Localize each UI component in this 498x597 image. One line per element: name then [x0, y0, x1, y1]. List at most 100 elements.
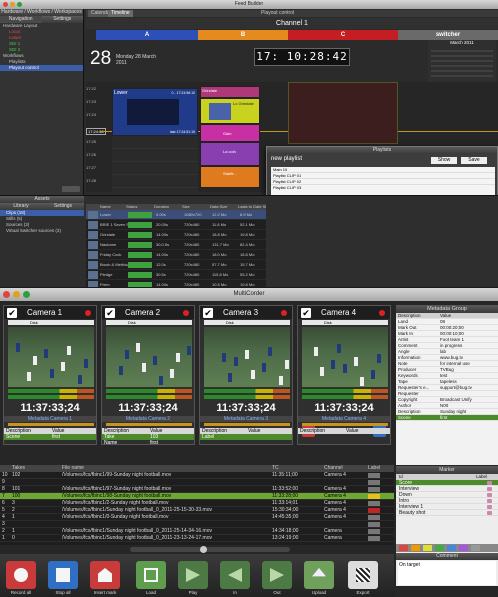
record-indicator-icon[interactable] [85, 310, 91, 316]
asset-row[interactable]: Nautome 30.0.5s 720x480 131.7 Mo 82.4 Mo [86, 240, 266, 250]
recording-label-swatch[interactable] [368, 473, 380, 478]
recording-row[interactable]: 3 [0, 521, 394, 528]
recording-label-swatch[interactable] [368, 487, 380, 492]
minimize-button[interactable] [13, 291, 20, 298]
marker-color-orange[interactable] [411, 545, 420, 551]
marker-color-purple[interactable] [459, 545, 468, 551]
marker-color-green[interactable] [435, 545, 444, 551]
event-la-coin[interactable]: La coin [200, 142, 260, 166]
recording-label-swatch[interactable] [368, 508, 380, 513]
metadata-selector[interactable] [204, 423, 290, 426]
disk-selector[interactable]: Disk [8, 320, 94, 325]
playlist-show-button[interactable]: Show [431, 157, 457, 164]
camera-metadata-row[interactable]: Label [200, 434, 292, 440]
close-button[interactable] [3, 291, 10, 298]
channel-b[interactable]: B [198, 30, 288, 40]
playlist-item[interactable]: Playlist CLIP 03 [271, 185, 495, 191]
record-indicator-icon[interactable] [281, 310, 287, 316]
recording-label-swatch[interactable] [368, 529, 380, 534]
marker-color-grey[interactable] [471, 545, 480, 551]
comment-field[interactable]: On target [398, 561, 496, 585]
recording-row[interactable]: 7 100/Volumes/fcs/fbinc1/98-Sunday night … [0, 493, 394, 500]
event-starfire[interactable]: Starfir... [200, 166, 260, 188]
camera-metadata-row[interactable]: Scene first [4, 434, 96, 440]
scrub-bar[interactable] [130, 546, 290, 553]
camera-enable-checkbox[interactable]: ✔ [105, 308, 115, 318]
recording-label-swatch[interactable] [368, 536, 380, 541]
recording-row[interactable]: 10 102/Volumes/fcs/fbinc1/99-Sunday night… [0, 472, 394, 479]
load-button[interactable] [136, 561, 166, 589]
disk-selector[interactable]: Disk [302, 320, 388, 325]
play-button[interactable] [178, 561, 208, 589]
col-status[interactable]: Status [126, 204, 154, 210]
tab-settings[interactable]: Settings [41, 16, 83, 23]
col-takes[interactable]: Takes [12, 465, 34, 472]
record-indicator-icon[interactable] [183, 310, 189, 316]
recording-row[interactable]: 6 3/Volumes/fcs/fbinc1/2-Sunday night foo… [0, 500, 394, 507]
metadata-group-row[interactable]: Scene first [396, 415, 498, 421]
channel-a[interactable]: A [96, 30, 198, 40]
marker-color-blue[interactable] [447, 545, 456, 551]
recording-row[interactable]: 5 2/Volumes/fcs/fbinc1/Sunday night footb… [0, 507, 394, 514]
asset-row[interactable]: Lower 5.00s 1080x720 12.2 Mo 8.5 Mo [86, 210, 266, 220]
tab-navigation[interactable]: Navigation [0, 16, 42, 23]
event-lower[interactable]: Lower 0 - 17:24:56:10 last 17:24:51:19 [112, 88, 198, 136]
col-tc[interactable]: TC [272, 465, 324, 472]
asset-row[interactable]: Pledge 30.5s 720x480 115.8 Mo 55.2 Mo [86, 270, 266, 280]
playlist-save-button[interactable]: Save [461, 157, 487, 164]
event-gain[interactable]: Gain [200, 124, 260, 142]
metadata-selector[interactable] [302, 423, 388, 426]
col-channel[interactable]: Channel [324, 465, 368, 472]
playlist-list[interactable]: Main 10 Playlist CLIP 01 Playlist CLIP 0… [271, 167, 495, 197]
sidebar-action-button[interactable] [62, 186, 80, 192]
asset-row[interactable]: Grindale 14.00s 720x480 18.8 Mo 19.8 Mo [86, 230, 266, 240]
minimize-button[interactable] [10, 2, 15, 7]
sidebar-header[interactable]: Hardware / Workflows / Workspaces [0, 9, 83, 16]
stop-all-button[interactable] [48, 561, 78, 589]
upload-button[interactable] [304, 561, 334, 589]
mini-calendar[interactable]: March 2011 [428, 40, 496, 82]
event-grindale[interactable]: Grindale [200, 86, 260, 98]
tab-timeline[interactable]: Timeline [108, 10, 133, 17]
camera-enable-checkbox[interactable]: ✔ [301, 308, 311, 318]
event-lo-grindale[interactable]: Lo Grindale [200, 98, 260, 124]
assets-tree-virtual[interactable]: Virtual Switcher sources (3) [0, 228, 84, 234]
recording-label-swatch[interactable] [368, 522, 380, 527]
asset-row[interactable]: Brush & Methisan 12.0s 720x480 57.7 Mo 15.7 … [86, 260, 266, 270]
zoom-button[interactable] [17, 2, 22, 7]
record-all-button[interactable] [6, 561, 36, 589]
export-button[interactable] [348, 561, 378, 589]
recording-row[interactable]: 8 101/Volumes/fcs/fbinc1/97-Sunday night … [0, 486, 394, 493]
recording-row[interactable]: 9 [0, 479, 394, 486]
camera-metadata-row[interactable]: Name first [102, 440, 194, 446]
marker-color-yellow[interactable] [423, 545, 432, 551]
channel-c[interactable]: C [288, 30, 398, 40]
in-point-button[interactable] [220, 561, 250, 589]
asset-row[interactable]: Prem 14.00s 720x480 10.5 Mo 19.8 Mo [86, 280, 266, 287]
out-point-button[interactable] [262, 561, 292, 589]
marker-color-red[interactable] [399, 545, 408, 551]
tab-assets-settings[interactable]: Settings [42, 203, 84, 210]
metadata-selector[interactable] [8, 423, 94, 426]
record-indicator-icon[interactable] [379, 310, 385, 316]
scrub-handle[interactable] [200, 546, 207, 553]
disk-selector[interactable]: Disk [106, 320, 192, 325]
recording-label-swatch[interactable] [368, 480, 380, 485]
asset-row[interactable]: BRIE 1 Seven Sulan 20.00s 720x480 11.8 Mo 52… [86, 220, 266, 230]
tab-library[interactable]: Library [0, 203, 42, 210]
recording-row[interactable]: 4 1/Volumes/fcs/fbinc1/0-Sunday night foo… [0, 514, 394, 521]
camera-enable-checkbox[interactable]: ✔ [7, 308, 17, 318]
recording-row[interactable]: 2 1/Volumes/fcs/fbinc1/Sunday night footb… [0, 528, 394, 535]
col-label[interactable]: Label [368, 465, 394, 472]
insert-mark-button[interactable] [90, 561, 120, 589]
recording-label-swatch[interactable] [368, 501, 380, 506]
zoom-button[interactable] [23, 291, 30, 298]
marker-item[interactable]: Beauty shot [396, 510, 498, 516]
md-head-description[interactable]: Description [396, 313, 440, 318]
recording-row[interactable]: 1 0/Volumes/fcs/fbinc1/Sunday night footb… [0, 535, 394, 542]
close-button[interactable] [3, 2, 8, 7]
col-file-name[interactable]: File name [62, 465, 272, 472]
disk-selector[interactable]: Disk [204, 320, 290, 325]
md-col-description[interactable]: Description [298, 428, 344, 434]
channel-switcher[interactable]: switcher [398, 30, 498, 40]
